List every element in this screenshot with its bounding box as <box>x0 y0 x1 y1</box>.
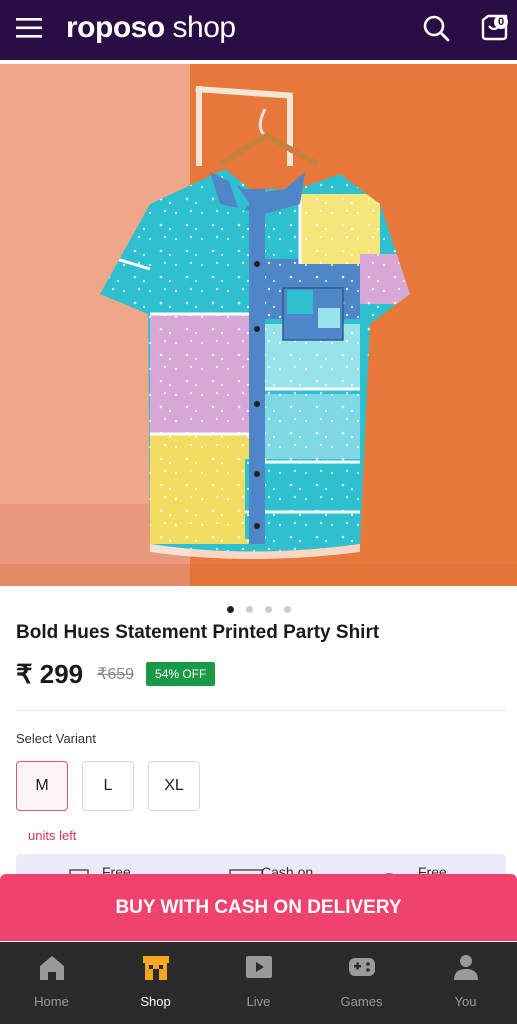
sale-price: ₹ 299 <box>16 658 84 689</box>
price-row: ₹ 299 ₹659 54% OFF <box>16 656 216 692</box>
nav-item-shop[interactable]: Shop <box>104 942 207 1024</box>
carousel-dot-4[interactable] <box>283 606 291 613</box>
shop-icon <box>143 956 169 980</box>
carousel-dot-3[interactable] <box>264 606 272 613</box>
image-carousel-indicator[interactable] <box>0 600 517 613</box>
variant-option-xl[interactable]: XL <box>148 761 200 811</box>
nav-label-you: You <box>454 994 477 1009</box>
logo-main: roposo <box>66 11 165 44</box>
nav-label-live: Live <box>246 994 271 1009</box>
variant-selector: M L XL <box>16 761 200 811</box>
logo-shop: shop <box>164 11 237 44</box>
cart-button[interactable]: 0 <box>480 12 510 42</box>
nav-label-home: Home <box>34 994 69 1009</box>
product-image[interactable] <box>0 64 517 586</box>
product-title: Bold Hues Statement Printed Party Shirt <box>16 622 380 643</box>
carousel-dot-1[interactable] <box>226 606 234 613</box>
buy-cod-button[interactable]: BUY WITH CASH ON DELIVERY <box>0 874 517 941</box>
games-icon <box>349 958 375 976</box>
nav-item-home[interactable]: Home <box>0 942 103 1024</box>
bottom-navigation: Home Shop Live Games You <box>0 942 517 1024</box>
nav-label-shop: Shop <box>140 994 171 1009</box>
variant-option-l[interactable]: L <box>82 761 134 811</box>
stock-note: units left <box>28 828 77 843</box>
cart-count-badge: 0 <box>494 15 508 29</box>
discount-badge: 54% OFF <box>146 662 216 686</box>
nav-item-you[interactable]: You <box>414 942 517 1024</box>
nav-label-games: Games <box>340 994 383 1009</box>
top-app-bar: roposo shop 0 <box>0 0 517 60</box>
variant-option-m[interactable]: M <box>16 761 68 811</box>
nav-item-live[interactable]: Live <box>207 942 310 1024</box>
product-image-shirt <box>0 64 517 586</box>
hamburger-menu-icon[interactable] <box>16 17 42 39</box>
profile-icon <box>454 955 478 980</box>
nav-item-games[interactable]: Games <box>310 942 413 1024</box>
carousel-dot-2[interactable] <box>245 606 253 613</box>
search-icon[interactable] <box>422 14 450 42</box>
home-icon <box>40 956 64 980</box>
original-price: ₹659 <box>97 666 135 683</box>
variant-label: Select Variant <box>16 731 96 746</box>
live-icon <box>246 956 272 978</box>
app-logo[interactable]: roposo shop <box>66 10 236 46</box>
section-divider <box>16 710 506 711</box>
